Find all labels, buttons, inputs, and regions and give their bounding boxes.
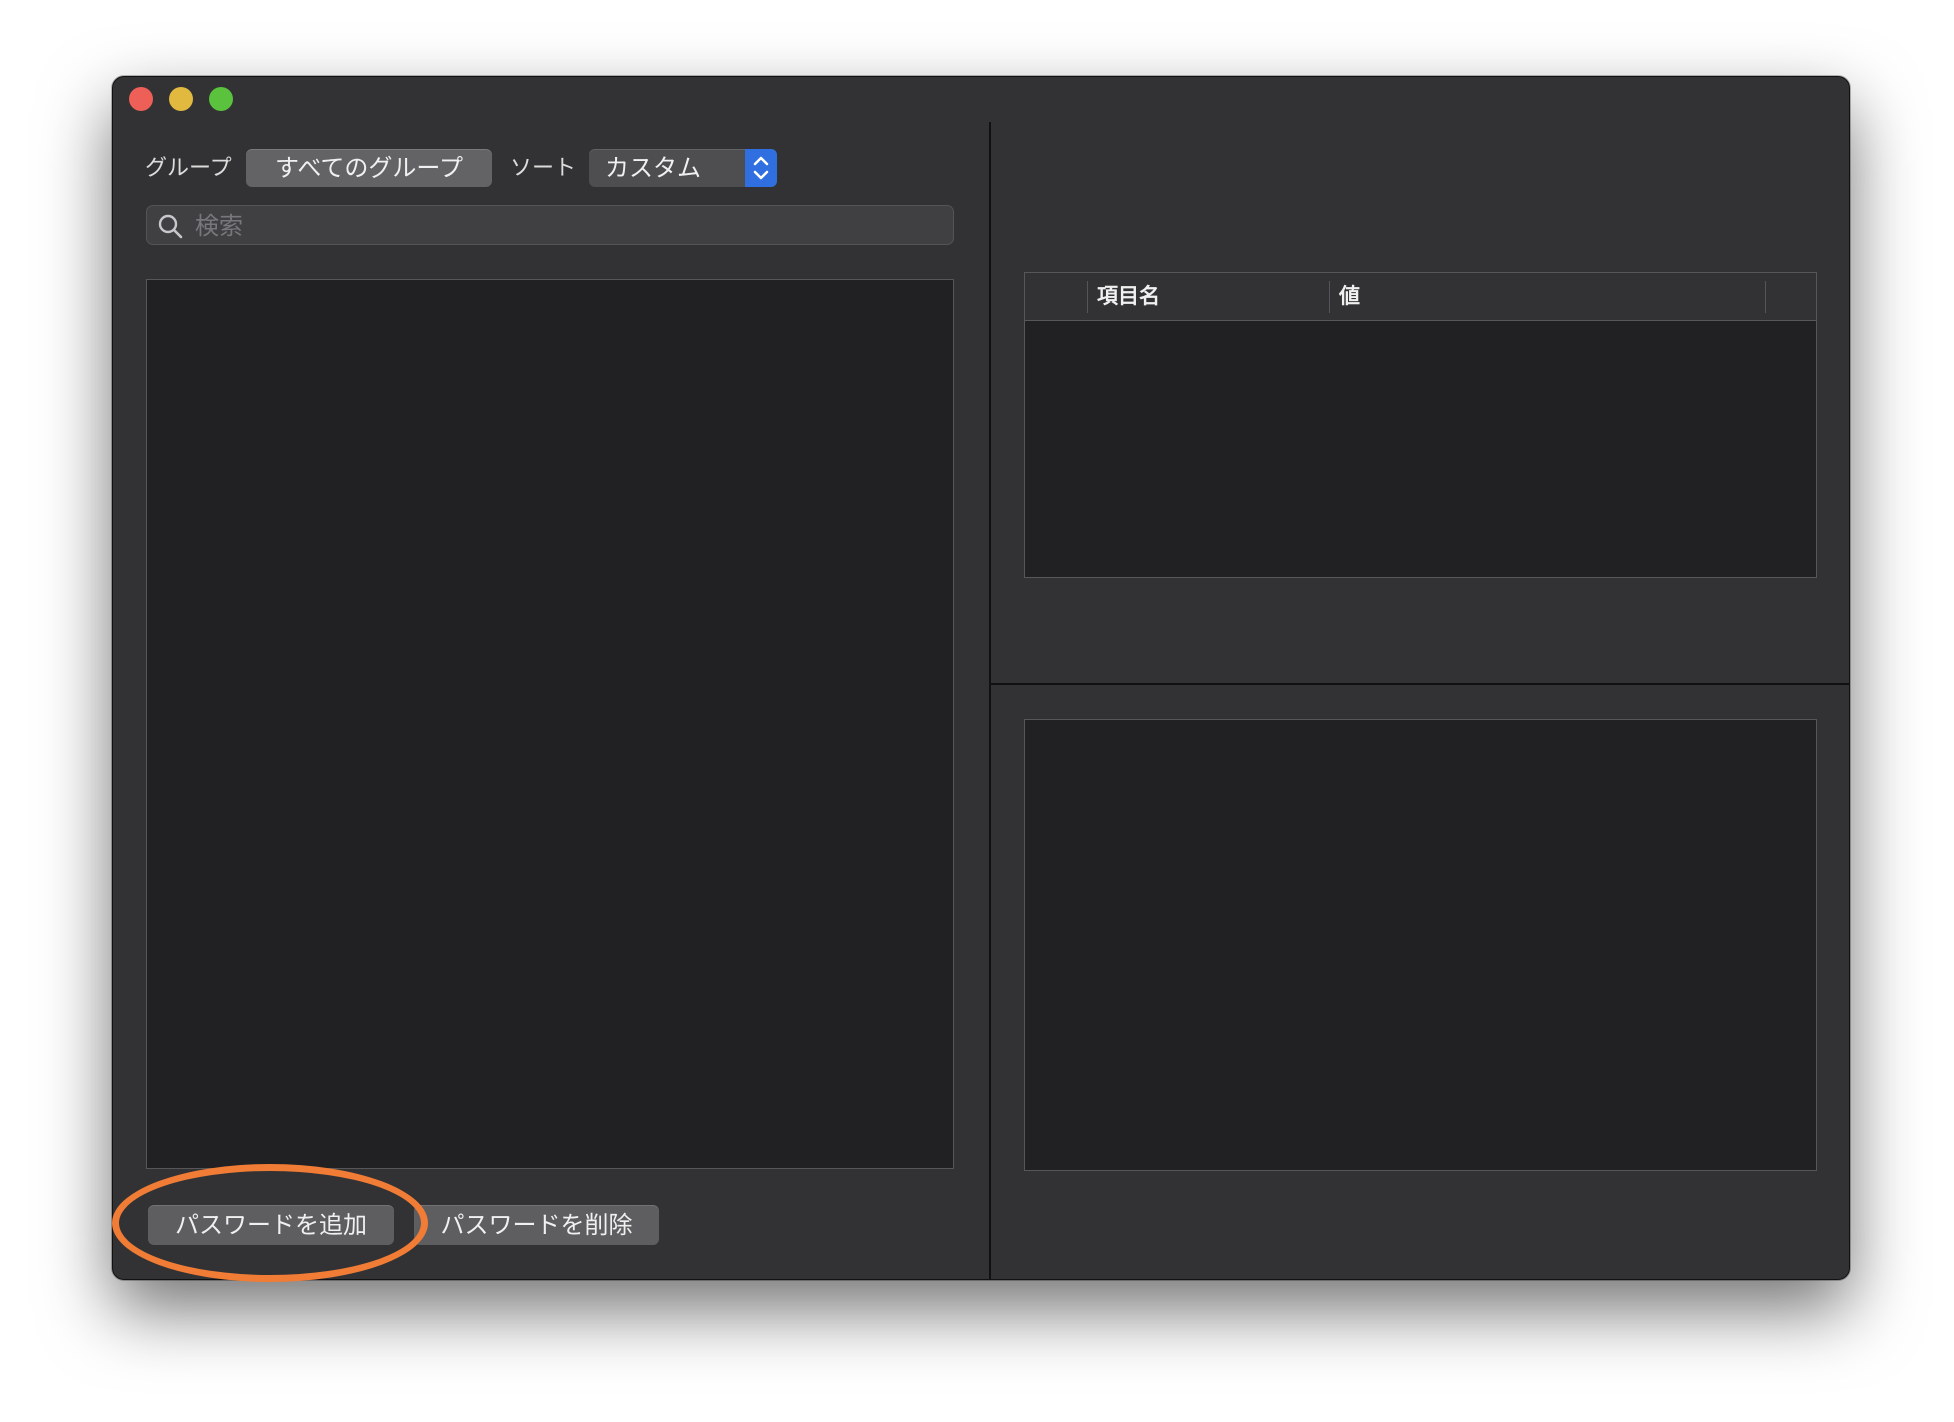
split-divider-vertical[interactable] [989, 122, 991, 1279]
column-separator[interactable] [1329, 281, 1330, 313]
search-icon [157, 213, 185, 245]
up-down-chevron-icon[interactable] [745, 149, 777, 187]
search-field[interactable] [146, 205, 954, 246]
close-window-button[interactable] [129, 87, 153, 111]
sort-selected-value: カスタム [605, 154, 701, 182]
sort-select[interactable]: カスタム [589, 149, 777, 187]
add-password-button[interactable]: パスワードを追加 [148, 1205, 394, 1245]
delete-password-button[interactable]: パスワードを削除 [414, 1205, 659, 1245]
fields-table[interactable]: 項目名 値 [1024, 272, 1817, 578]
notes-text-area[interactable] [1024, 719, 1817, 1171]
split-divider-horizontal[interactable] [991, 683, 1849, 685]
minimize-window-button[interactable] [169, 87, 193, 111]
column-header-value[interactable]: 値 [1339, 283, 1360, 309]
column-separator[interactable] [1087, 281, 1088, 313]
search-input[interactable] [193, 206, 937, 246]
sort-label: ソート [510, 156, 577, 181]
window-controls [129, 87, 233, 111]
zoom-window-button[interactable] [209, 87, 233, 111]
column-separator[interactable] [1765, 281, 1766, 313]
table-header: 項目名 値 [1025, 273, 1816, 321]
group-label: グループ [145, 156, 232, 181]
group-select-button[interactable]: すべてのグループ [246, 149, 492, 187]
password-list[interactable] [146, 279, 954, 1169]
app-window: グループ すべてのグループ ソート カスタム パスワードを追加 パスワードを削除… [112, 76, 1850, 1280]
column-header-field-name[interactable]: 項目名 [1097, 283, 1160, 309]
